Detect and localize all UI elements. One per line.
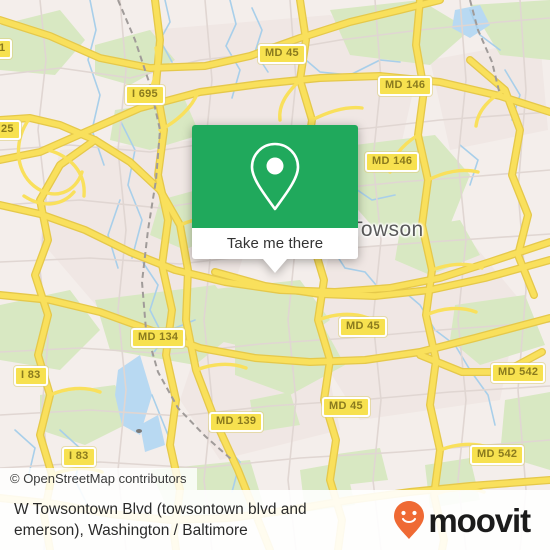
- map-canvas[interactable]: MD 45 MD 146 I 695 MD 146 MD 134 MD 45 I…: [0, 0, 550, 550]
- osm-attribution[interactable]: © OpenStreetMap contributors: [0, 468, 197, 490]
- footer-bar: W Towsontown Blvd (towsontown blvd and e…: [0, 490, 550, 550]
- location-info-card[interactable]: Take me there: [192, 125, 358, 273]
- road-shield: MD 146: [365, 152, 420, 172]
- road-shield: MD 542: [470, 445, 525, 465]
- take-me-there-label: Take me there: [226, 235, 324, 252]
- road-shield: 25: [0, 120, 21, 140]
- road-shield: MD 542: [491, 363, 546, 383]
- road-shield: MD 45: [258, 44, 306, 64]
- road-shield: I 83: [14, 366, 48, 386]
- moovit-map-screenshot: MD 45 MD 146 I 695 MD 146 MD 134 MD 45 I…: [0, 0, 550, 550]
- card-header: [192, 125, 358, 228]
- card-pointer-tail: [263, 259, 287, 273]
- road-shield: MD 134: [131, 328, 186, 348]
- moovit-smiley-pin-icon: [394, 501, 425, 539]
- moovit-wordmark: moovit: [428, 501, 531, 539]
- road-shield: MD 146: [378, 76, 433, 96]
- moovit-logo[interactable]: moovit: [392, 500, 536, 540]
- card-footer[interactable]: Take me there: [192, 228, 358, 273]
- place-label-towson: Towson: [350, 218, 424, 241]
- location-pin-icon: [250, 142, 300, 210]
- road-shield: 1: [0, 39, 13, 59]
- road-shield: MD 45: [322, 397, 370, 417]
- road-shield: MD 45: [339, 317, 387, 337]
- address-label: W Towsontown Blvd (towsontown blvd and e…: [14, 501, 307, 539]
- road-shield: I 83: [62, 447, 96, 467]
- road-shield: I 695: [125, 85, 165, 105]
- road-shield: MD 139: [209, 412, 264, 432]
